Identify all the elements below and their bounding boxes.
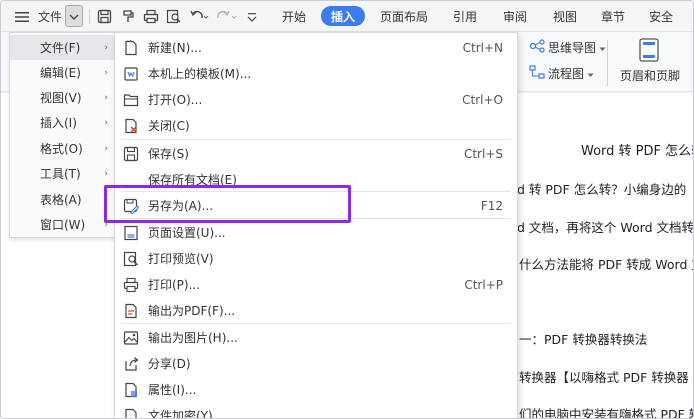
- encrypt-icon: [122, 407, 140, 418]
- menu-item-view[interactable]: 视图(V) ›: [10, 85, 115, 110]
- chevron-down-icon: [69, 9, 79, 23]
- close-doc-icon: [122, 117, 140, 135]
- chevron-right-icon: ›: [104, 117, 108, 128]
- print-icon[interactable]: [140, 1, 162, 32]
- customize-toolbar-icon[interactable]: [241, 1, 263, 32]
- submenu-item-save-all[interactable]: 保存所有文档(E): [115, 167, 517, 192]
- submenu-item-share[interactable]: 分享(D): [115, 351, 517, 376]
- tab-view[interactable]: 视图: [545, 1, 585, 32]
- document-paragraph: 们的电脑中安装有嗨格式 PDF 转: [519, 407, 694, 419]
- chevron-right-icon: ›: [104, 194, 108, 205]
- tab-page-layout[interactable]: 页面布局: [373, 1, 435, 32]
- submenu-item-new[interactable]: 新建(N)... Ctrl+N: [115, 35, 517, 60]
- submenu-item-local-template[interactable]: 本机上的模板(M)...: [115, 61, 517, 86]
- hamburger-icon[interactable]: [11, 1, 33, 32]
- print-icon: [122, 276, 140, 294]
- tab-security[interactable]: 安全: [641, 1, 681, 32]
- menu-item-table[interactable]: 表格(A) ›: [10, 187, 115, 212]
- menu-divider: [121, 191, 511, 192]
- document-paragraph: 什么方法能将 PDF 转成 Word 文: [519, 257, 694, 272]
- top-toolbar: 文件 开始 插入 页面布局 引用 审阅 视图 章节 安全: [1, 1, 693, 32]
- tab-chapter[interactable]: 章节: [593, 1, 633, 32]
- chevron-down-icon: [587, 67, 594, 81]
- ribbon-divider: [607, 40, 608, 86]
- submenu-item-print-preview[interactable]: 打印预览(V): [115, 246, 517, 271]
- file-submenu: 新建(N)... Ctrl+N 本机上的模板(M)... 打开(O)... Ct…: [114, 32, 518, 418]
- template-icon: [122, 65, 140, 83]
- file-menu: 文件(F) › 编辑(E) › 视图(V) › 插入(I) › 格式(O) › …: [9, 32, 116, 238]
- menu-divider: [121, 323, 511, 324]
- undo-icon[interactable]: [187, 1, 211, 32]
- redo-icon[interactable]: [215, 1, 239, 32]
- file-dropdown-toggle[interactable]: [65, 5, 83, 27]
- chevron-right-icon: ›: [104, 143, 108, 154]
- menu-item-tools[interactable]: 工具(T) ›: [10, 161, 115, 186]
- mindmap-icon: [529, 39, 545, 56]
- tab-insert[interactable]: 插入: [321, 6, 365, 26]
- print-preview-icon[interactable]: [163, 1, 185, 32]
- menu-item-insert[interactable]: 插入(I) ›: [10, 110, 115, 135]
- format-painter-icon[interactable]: [117, 1, 139, 32]
- app-window: 文件 开始 插入 页面布局 引用 审阅 视图 章节 安全 思维导图 流程图 页眉…: [0, 0, 694, 419]
- save-as-icon: [122, 197, 140, 215]
- menu-item-edit[interactable]: 编辑(E) ›: [10, 60, 115, 85]
- document-title: Word 转 PDF 怎么转: [581, 144, 694, 159]
- document-paragraph: d 转 PDF 怎么转？小编身边的: [517, 182, 687, 197]
- export-image-icon: [122, 329, 140, 347]
- submenu-item-save-as[interactable]: 另存为(A)... F12: [115, 193, 517, 218]
- submenu-item-properties[interactable]: 属性(I)...: [115, 377, 517, 402]
- header-footer-button[interactable]: 页眉和页脚: [620, 67, 680, 84]
- submenu-item-export-image[interactable]: 输出为图片(H)...: [115, 325, 517, 350]
- flowchart-label: 流程图: [548, 67, 585, 81]
- menu-divider: [121, 218, 511, 219]
- new-doc-icon: [122, 39, 140, 57]
- toolbar-divider: [89, 9, 90, 24]
- export-pdf-icon: [122, 302, 140, 320]
- menu-item-window[interactable]: 窗口(W) ›: [10, 212, 115, 237]
- chevron-right-icon: ›: [104, 67, 108, 78]
- flowchart-icon: [529, 65, 545, 82]
- submenu-item-close[interactable]: 关闭(C): [115, 113, 517, 138]
- submenu-item-page-setup[interactable]: 页面设置(U)...: [115, 220, 517, 245]
- chevron-right-icon: ›: [104, 42, 108, 53]
- print-preview-icon: [122, 250, 140, 268]
- menu-divider: [121, 139, 511, 140]
- document-paragraph: d 文档，再将这个 Word 文档转: [517, 220, 694, 235]
- chevron-right-icon: ›: [104, 219, 108, 230]
- chevron-right-icon: ›: [104, 168, 108, 179]
- tab-references[interactable]: 引用: [445, 1, 485, 32]
- submenu-item-save[interactable]: 保存(S) Ctrl+S: [115, 141, 517, 166]
- folder-open-icon: [122, 91, 140, 109]
- submenu-item-open[interactable]: 打开(O)... Ctrl+O: [115, 87, 517, 112]
- header-footer-icon[interactable]: [637, 38, 661, 62]
- document-heading: 一：PDF 转换器转换法: [519, 332, 648, 347]
- submenu-item-encrypt[interactable]: 文件加密(Y)...: [115, 403, 517, 418]
- flowchart-button[interactable]: 流程图: [529, 65, 594, 82]
- menu-item-file[interactable]: 文件(F) ›: [10, 35, 115, 60]
- mindmap-button[interactable]: 思维导图: [529, 39, 606, 56]
- mindmap-label: 思维导图: [548, 41, 597, 55]
- properties-icon: [122, 381, 140, 399]
- document-paragraph: 转换器【以嗨格式 PDF 转换器: [519, 370, 689, 385]
- page-setup-icon: [122, 224, 140, 242]
- save-icon: [122, 145, 140, 163]
- tab-review[interactable]: 审阅: [495, 1, 535, 32]
- tab-home[interactable]: 开始: [273, 1, 315, 32]
- submenu-item-export-pdf[interactable]: 输出为PDF(F)...: [115, 298, 517, 323]
- save-icon[interactable]: [93, 1, 115, 32]
- file-menu-button[interactable]: 文件: [35, 1, 65, 32]
- submenu-item-print[interactable]: 打印(P)... Ctrl+P: [115, 272, 517, 297]
- chevron-right-icon: ›: [104, 92, 108, 103]
- share-icon: [122, 355, 140, 373]
- chevron-down-icon: [599, 41, 606, 55]
- menu-item-format[interactable]: 格式(O) ›: [10, 136, 115, 161]
